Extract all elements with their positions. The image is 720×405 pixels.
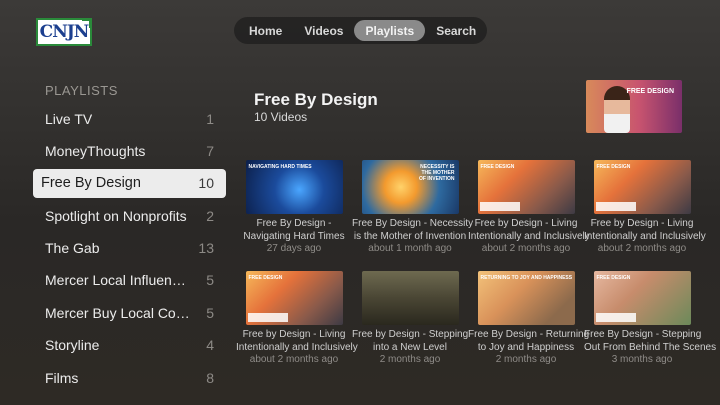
video-card[interactable]: NECESSITY IS THE MOTHER OF INVENTION Fre… [352, 160, 474, 255]
video-title-line1: Free By Design - Returning [468, 329, 590, 340]
video-title-line2: Navigating Hard Times [243, 231, 345, 242]
sidebar-item-label: Spotlight on Nonprofits [45, 207, 187, 224]
sidebar-item-the-gab[interactable]: The Gab 13 [33, 234, 226, 263]
sidebar-item-moneythoughts[interactable]: MoneyThoughts 7 [33, 136, 226, 165]
thumbnail-banner [595, 313, 636, 322]
video-title-line1: Free by Design - Living [474, 218, 578, 229]
video-date: about 2 months ago [481, 243, 571, 254]
sidebar-item-films[interactable]: Films 8 [33, 363, 226, 392]
playlist-hero-image: FREE DESIGN [586, 80, 682, 133]
sidebar-item-mercer-local-influencers[interactable]: Mercer Local Influence... 5 [33, 266, 226, 295]
channel-logo: CNJN [36, 18, 92, 46]
sidebar-item-label: Mercer Local Influence... [45, 272, 190, 289]
video-card[interactable]: FREE DESIGN Free by Design - Living Inte… [468, 160, 590, 255]
sidebar-item-count: 13 [198, 240, 214, 257]
sidebar-item-label: The Gab [45, 240, 100, 257]
video-title-line2: to Joy and Happiness [477, 342, 575, 353]
playlist-sidebar: Live TV 1 MoneyThoughts 7 Free By Design… [33, 104, 226, 396]
video-title-line1: Free By Design - Necessity [352, 218, 474, 229]
sidebar-item-count: 4 [206, 337, 214, 354]
thumbnail-banner [595, 202, 636, 211]
video-card[interactable]: RETURNING TO JOY AND HAPPINESS Free By D… [468, 271, 590, 366]
video-date: 3 months ago [611, 354, 673, 365]
video-date: about 2 months ago [249, 354, 339, 365]
video-title-line1: Free by Design - Living [590, 218, 694, 229]
video-date: about 2 months ago [597, 243, 687, 254]
video-title-line1: Free By Design - Stepping [584, 329, 702, 340]
video-date: 2 months ago [495, 354, 557, 365]
sidebar-item-label: Storyline [45, 337, 100, 354]
video-thumbnail: RETURNING TO JOY AND HAPPINESS [477, 271, 575, 325]
video-thumbnail: NECESSITY IS THE MOTHER OF INVENTION [361, 160, 459, 214]
playlist-video-count: 10 Videos [254, 110, 308, 124]
video-title-line2: is the Mother of Invention [353, 231, 467, 242]
sidebar-item-count: 2 [206, 207, 214, 224]
tab-videos[interactable]: Videos [293, 20, 354, 41]
video-card[interactable]: NAVIGATING HARD TIMES Free By Design - N… [236, 160, 352, 255]
video-title-line1: Free by Design - Stepping [352, 329, 469, 340]
video-title-line2: Intentionally and Inclusively [468, 231, 590, 242]
sidebar-item-count: 8 [206, 369, 214, 386]
sidebar-item-label: Films [45, 369, 79, 386]
video-thumbnail: FREE DESIGN [477, 160, 575, 214]
tab-search[interactable]: Search [425, 20, 487, 41]
sidebar-item-storyline[interactable]: Storyline 4 [33, 331, 226, 360]
video-thumbnail: FREE DESIGN [593, 160, 691, 214]
thumbnail-caption: FREE DESIGN [480, 164, 515, 170]
video-title-line2: Out From Behind The Scenes [584, 342, 717, 353]
sidebar-item-spotlight-on-nonprofits[interactable]: Spotlight on Nonprofits 2 [33, 201, 226, 230]
video-card[interactable]: FREE DESIGN Free By Design - Stepping Ou… [584, 271, 717, 366]
video-title-line2: Intentionally and Inclusively [236, 342, 358, 353]
video-title-line2: Intentionally and Inclusively [584, 231, 706, 242]
thumbnail-caption: FREE DESIGN [596, 275, 631, 281]
sidebar-item-count: 7 [206, 142, 214, 159]
hero-logo-text: FREE DESIGN [626, 88, 674, 95]
video-thumbnail: FREE DESIGN [245, 271, 343, 325]
sidebar-item-label: MoneyThoughts [45, 142, 146, 159]
sidebar-item-label: Free By Design [41, 175, 141, 192]
thumbnail-caption: NECESSITY IS THE MOTHER OF INVENTION [418, 164, 455, 182]
video-thumbnail: FREE DESIGN [593, 271, 691, 325]
video-thumbnail [361, 271, 459, 325]
sidebar-item-count: 1 [206, 110, 214, 127]
thumbnail-caption: RETURNING TO JOY AND HAPPINESS [480, 275, 573, 281]
thumbnail-caption: FREE DESIGN [248, 275, 283, 281]
sidebar-item-live-tv[interactable]: Live TV 1 [33, 104, 226, 133]
video-card[interactable]: FREE DESIGN Free by Design - Living Inte… [584, 160, 706, 255]
thumbnail-caption: FREE DESIGN [596, 164, 631, 170]
top-navigation: Home Videos Playlists Search [234, 17, 487, 44]
sidebar-item-count: 10 [198, 175, 214, 192]
tab-home[interactable]: Home [238, 20, 293, 41]
video-title-line1: Free by Design - Living [242, 329, 346, 340]
video-card[interactable]: FREE DESIGN Free by Design - Living Inte… [236, 271, 358, 366]
video-thumbnail: NAVIGATING HARD TIMES [245, 160, 343, 214]
video-title-line2: into a New Level [373, 342, 447, 353]
thumbnail-banner [247, 313, 288, 322]
sidebar-item-label: Mercer Buy Local Con... [45, 304, 190, 321]
sidebar-heading: PLAYLISTS [45, 83, 118, 98]
tab-playlists[interactable]: Playlists [354, 20, 426, 41]
logo-corner-mark [82, 18, 92, 28]
sidebar-item-count: 5 [206, 304, 214, 321]
sidebar-item-mercer-buy-local[interactable]: Mercer Buy Local Con... 5 [33, 298, 226, 327]
video-date: about 1 month ago [368, 243, 452, 254]
sidebar-item-count: 5 [206, 272, 214, 289]
video-date: 2 months ago [379, 354, 441, 365]
video-title-line1: Free By Design - [256, 218, 332, 229]
thumbnail-caption: NAVIGATING HARD TIMES [248, 164, 312, 170]
sidebar-item-free-by-design[interactable]: Free By Design 10 [33, 168, 226, 198]
thumbnail-banner [479, 202, 520, 211]
playlist-title: Free By Design [254, 90, 378, 109]
video-date: 27 days ago [266, 243, 322, 254]
video-card[interactable]: Free by Design - Stepping into a New Lev… [352, 271, 468, 366]
sidebar-item-label: Live TV [45, 110, 93, 127]
